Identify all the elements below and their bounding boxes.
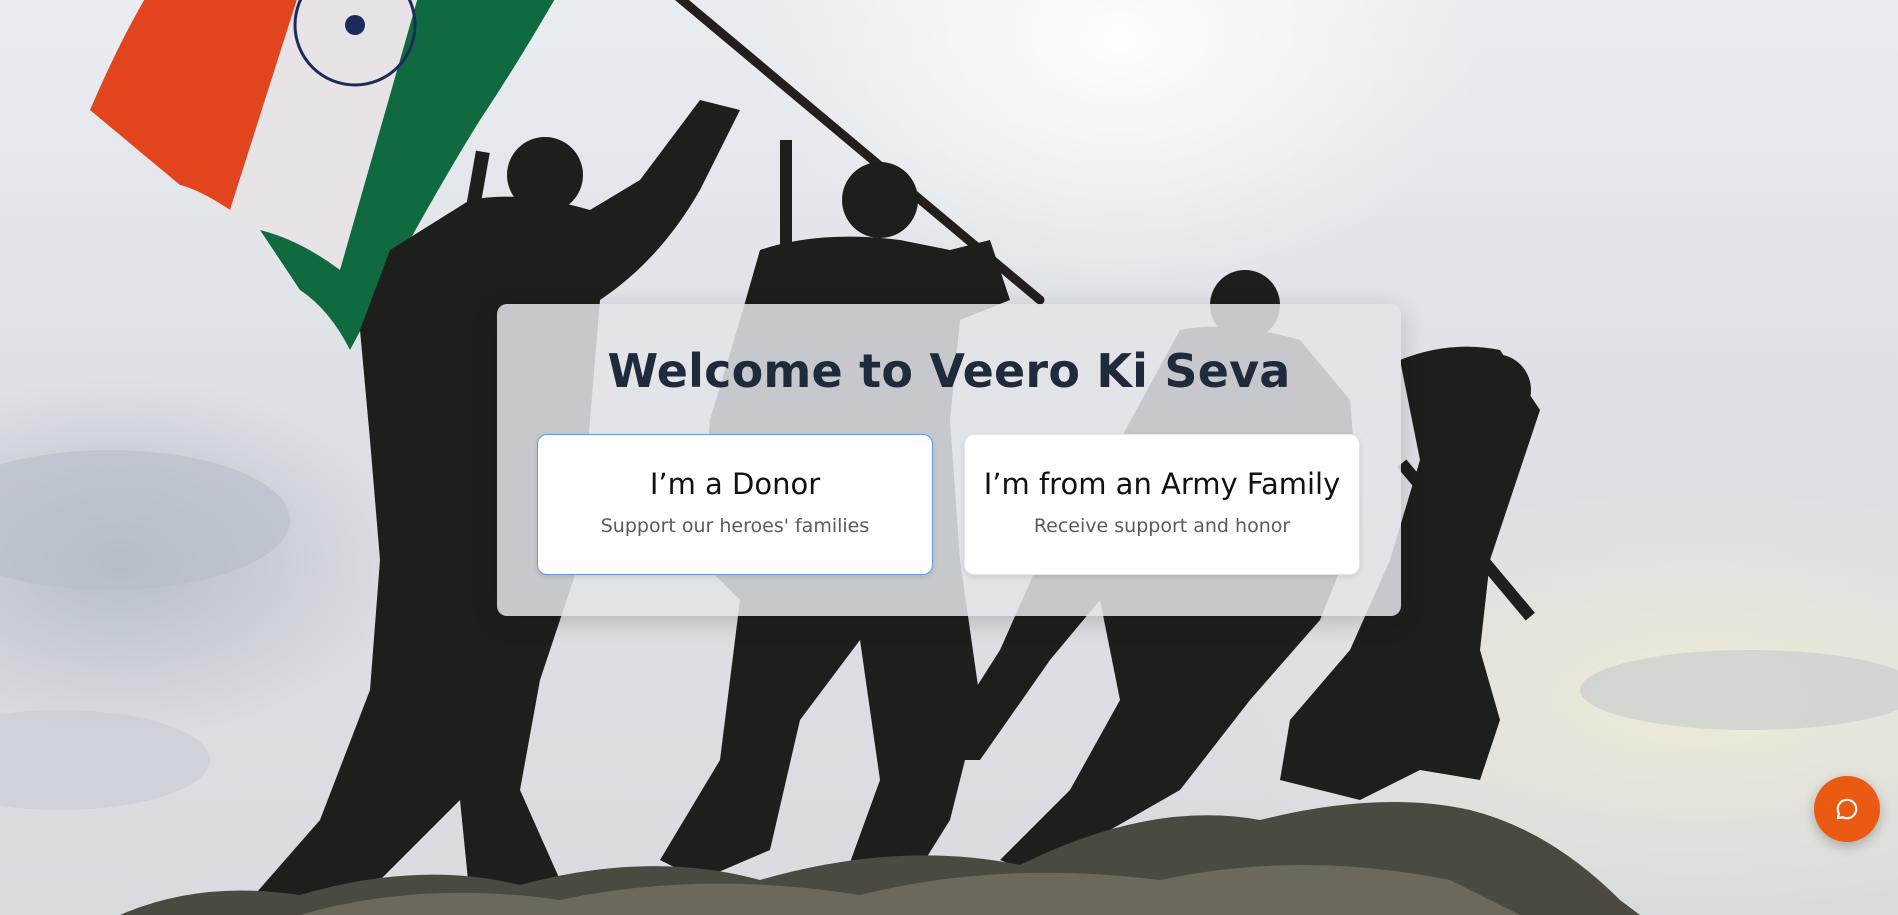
donor-option-button[interactable]: I’m a Donor Support our heroes' families — [537, 434, 933, 575]
donor-option-subtitle: Support our heroes' families — [600, 515, 870, 537]
chat-bubble-icon — [1836, 798, 1858, 820]
army-family-option-button[interactable]: I’m from an Army Family Receive support … — [964, 434, 1360, 575]
army-family-option-subtitle: Receive support and honor — [1033, 515, 1291, 537]
donor-option-title: I’m a Donor — [649, 467, 821, 501]
page-title: Welcome to Veero Ki Seva — [607, 344, 1291, 398]
chat-button[interactable] — [1814, 776, 1880, 842]
army-family-option-title: I’m from an Army Family — [983, 467, 1341, 501]
role-selection-card: Welcome to Veero Ki Seva I’m a Donor Sup… — [497, 304, 1401, 616]
